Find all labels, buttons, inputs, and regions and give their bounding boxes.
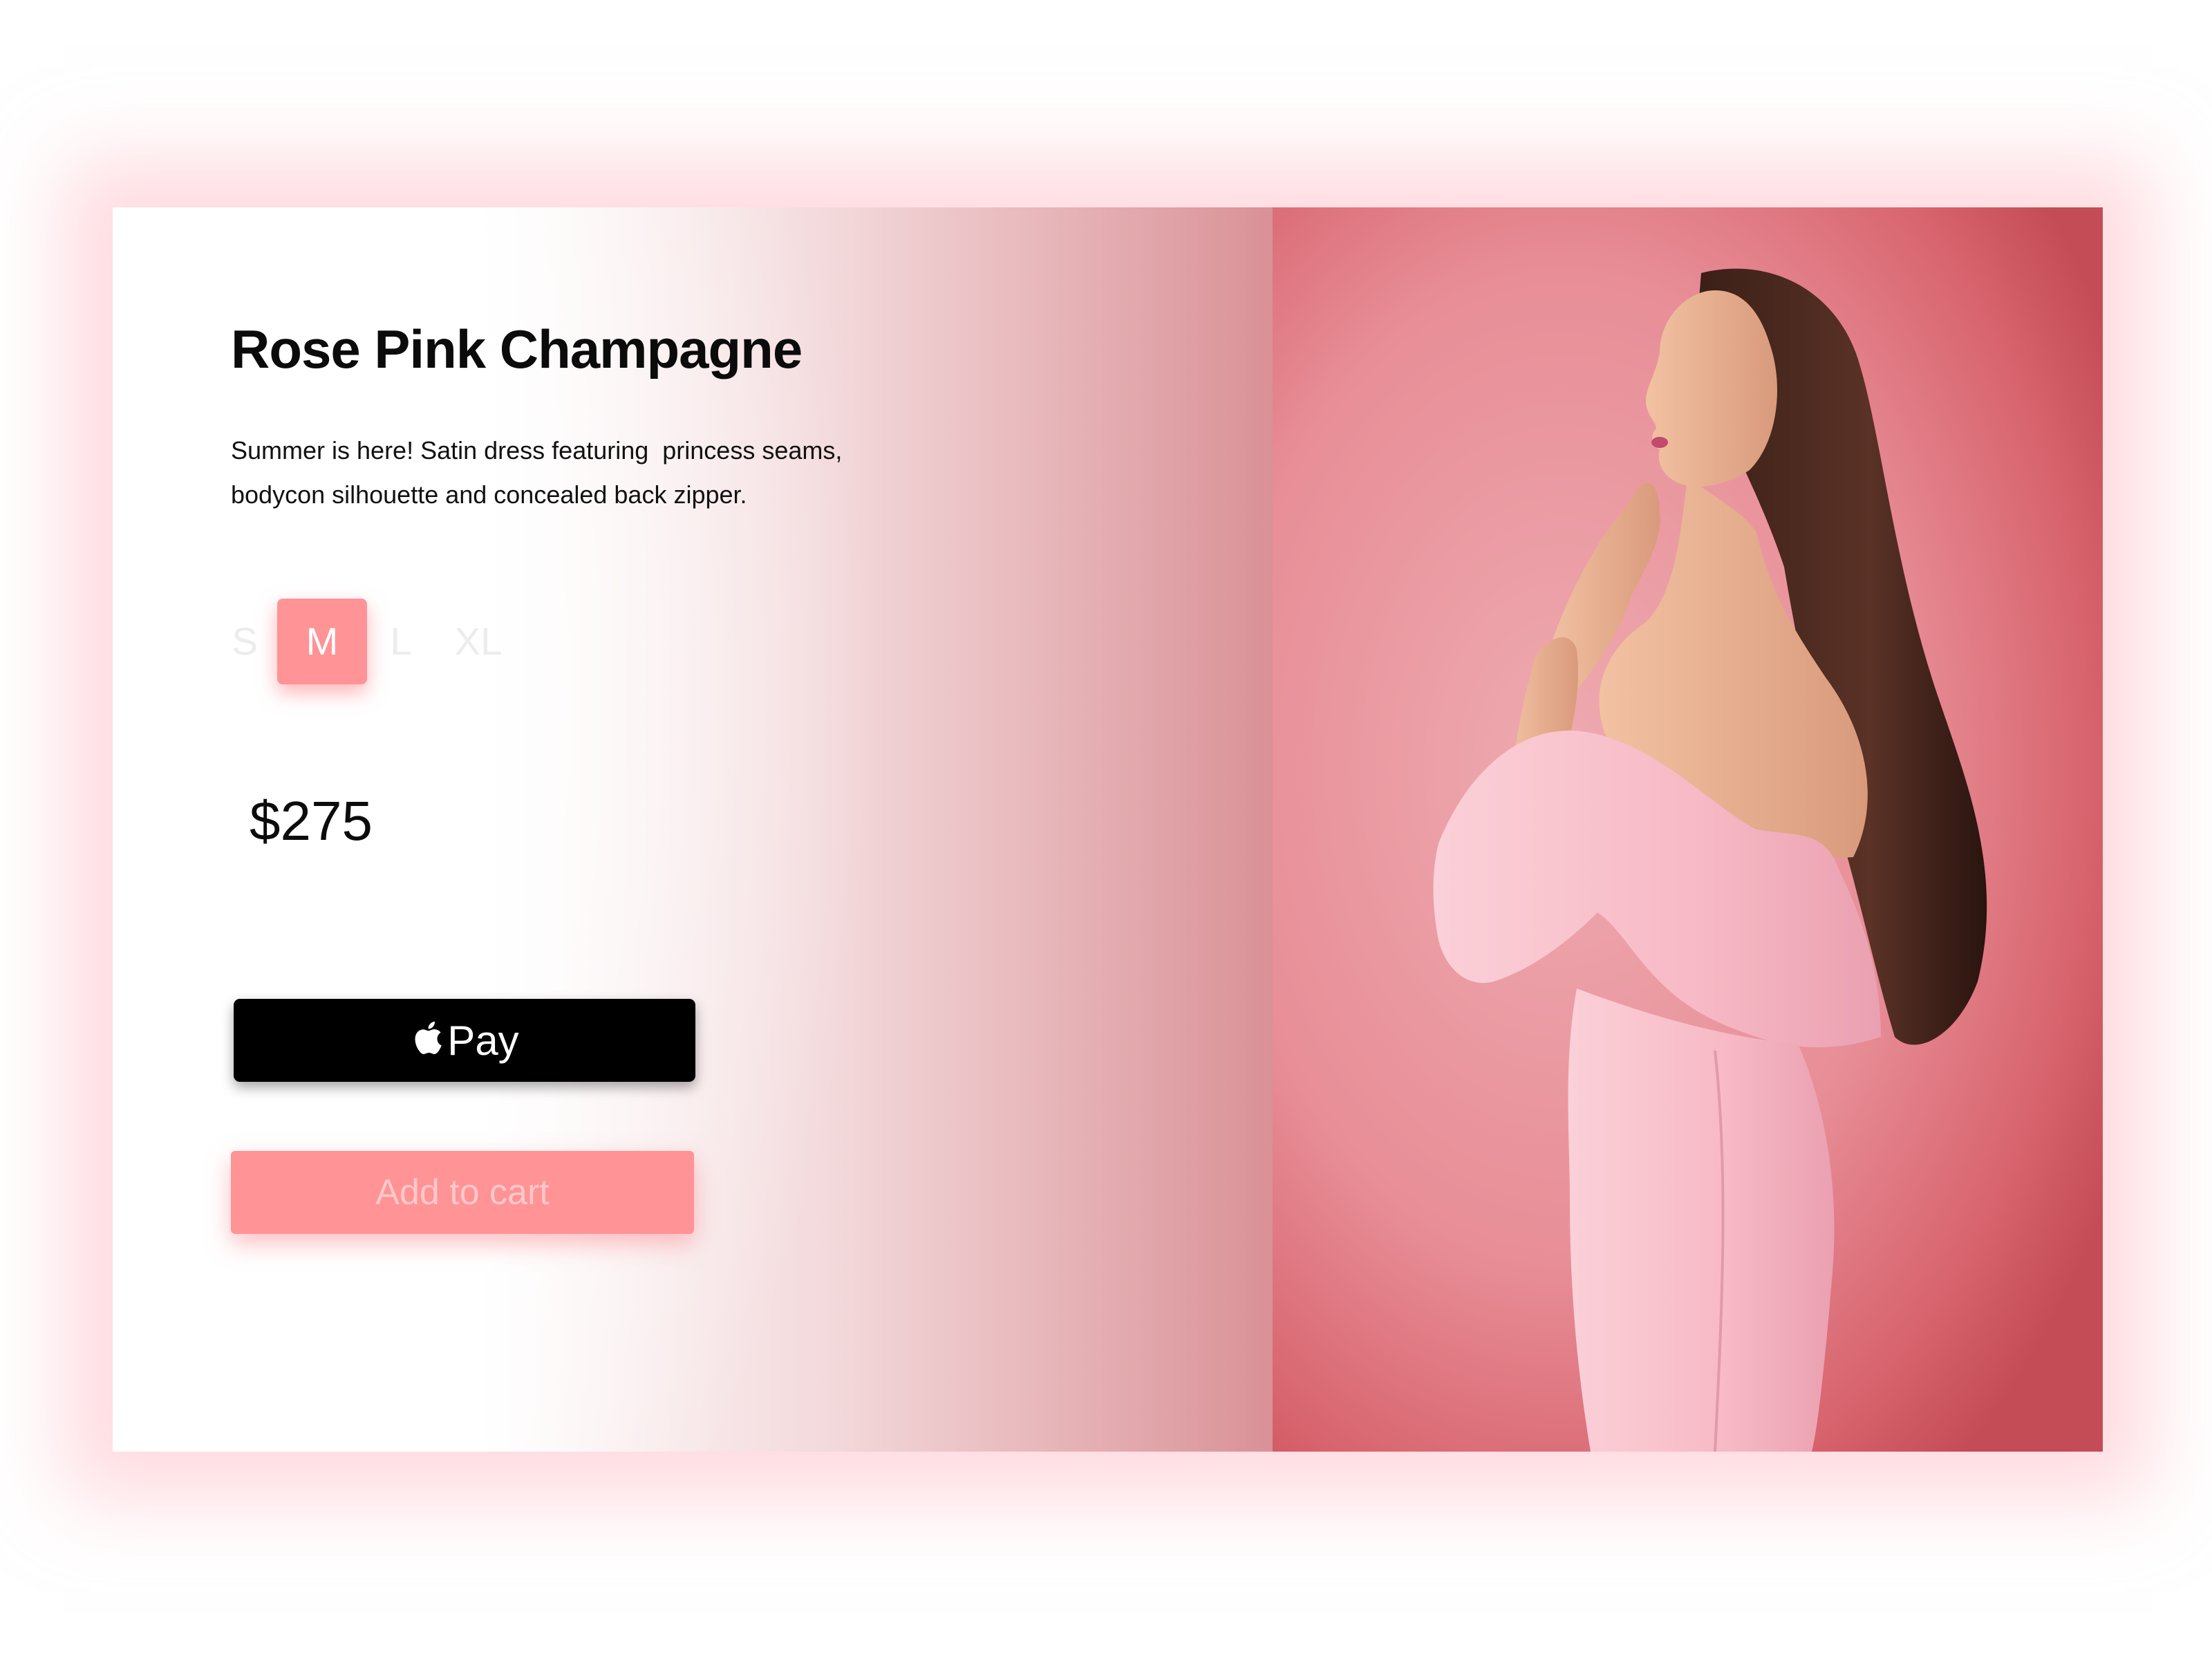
product-description: Summer is here! Satin dress featuring pr… xyxy=(231,429,991,517)
description-line-2: bodycon silhouette and concealed back zi… xyxy=(231,480,747,509)
apple-pay-button[interactable]: Pay xyxy=(234,999,695,1082)
add-to-cart-button[interactable]: Add to cart xyxy=(231,1151,694,1234)
product-price: $275 xyxy=(250,790,373,852)
size-option-s[interactable]: S xyxy=(231,599,259,684)
product-details-panel: Rose Pink Champagne Summer is here! Sati… xyxy=(113,207,1273,1452)
dress-body-shape xyxy=(1568,988,1835,1452)
apple-icon xyxy=(415,1021,442,1054)
lips-shape xyxy=(1651,437,1668,448)
page-stage: Rose Pink Champagne Summer is here! Sati… xyxy=(0,0,2212,1659)
apple-pay-label: Pay xyxy=(447,1017,519,1064)
face-shape xyxy=(1646,290,1777,487)
size-option-m-selected[interactable]: M xyxy=(277,599,367,684)
size-option-xl[interactable]: XL xyxy=(451,599,506,684)
size-option-l[interactable]: L xyxy=(387,599,415,684)
description-line-1: Summer is here! Satin dress featuring pr… xyxy=(231,436,843,465)
product-card: Rose Pink Champagne Summer is here! Sati… xyxy=(113,207,2103,1452)
product-photo-panel xyxy=(1273,207,2103,1452)
product-photo xyxy=(1433,268,1987,1452)
product-title: Rose Pink Champagne xyxy=(231,319,803,379)
